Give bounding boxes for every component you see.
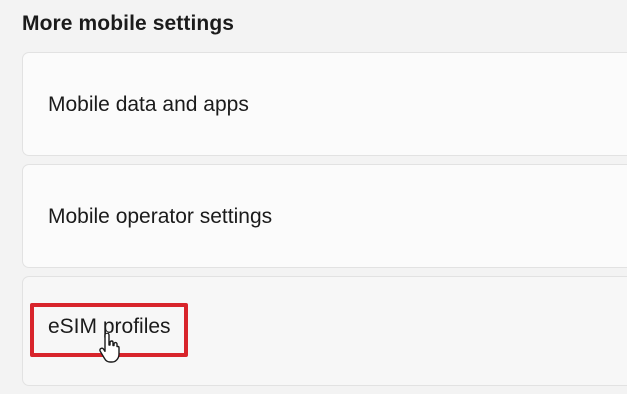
mobile-data-and-apps-item[interactable]: Mobile data and apps (22, 52, 627, 156)
esim-profiles-item[interactable]: eSIM profiles (22, 276, 627, 386)
mobile-operator-settings-item[interactable]: Mobile operator settings (22, 164, 627, 268)
hand-pointer-cursor-icon (99, 333, 120, 363)
mobile-operator-settings-label: Mobile operator settings (48, 205, 273, 228)
settings-list: Mobile data and apps Mobile operator set… (22, 52, 627, 394)
section-title: More mobile settings (22, 12, 235, 35)
mobile-data-and-apps-label: Mobile data and apps (48, 93, 249, 116)
